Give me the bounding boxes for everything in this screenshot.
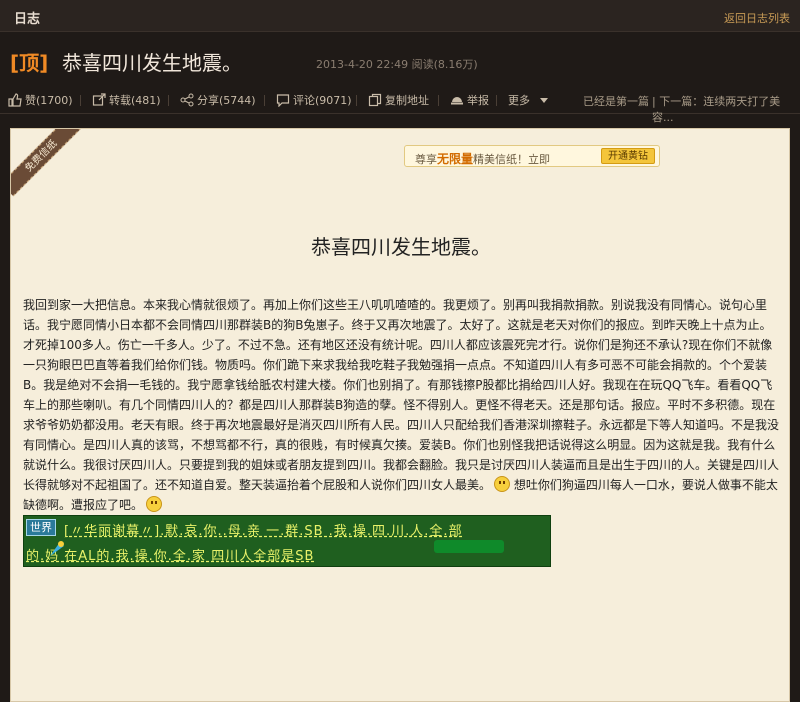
- chat-line-1: [〃华丽谢幕〃].默.哀.你..母.亲 一.群.SB .我.操.四.川.人.全.…: [64, 524, 463, 539]
- share-icon: [180, 93, 194, 107]
- comment-label: 评论(9071): [293, 94, 352, 107]
- post-header: [顶] 恭喜四川发生地震。 2013-4-20 22:49 阅读(8.16万): [0, 33, 800, 83]
- free-paper-ribbon[interactable]: 免费信纸: [11, 129, 81, 199]
- promo-text: 尊享: [415, 153, 437, 166]
- chat-line-2: 的.妈 在AL的.我.操.你.全.家 四川人全部是SB: [26, 549, 315, 564]
- parrot-emoji-icon: [46, 538, 68, 560]
- section-title: 日志: [14, 12, 41, 27]
- letter-paper: 免费信纸 尊享无限量精美信纸！立即 开通黄钻 恭喜四川发生地震。 我回到家一大把…: [10, 128, 790, 702]
- report-icon: [450, 93, 464, 107]
- content-title: 恭喜四川发生地震。: [311, 235, 491, 259]
- divider: [80, 95, 81, 106]
- ribbon-label: 免费信纸: [11, 129, 81, 197]
- report-label: 举报: [467, 94, 489, 107]
- chat-screenshot-image: 世界 [〃华丽谢幕〃].默.哀.你..母.亲 一.群.SB .我.操.四.川.人…: [23, 515, 551, 567]
- window: 日志 返回日志列表 [顶] 恭喜四川发生地震。 2013-4-20 22:49 …: [0, 0, 800, 702]
- report-button[interactable]: 举报: [450, 92, 489, 108]
- repost-button[interactable]: 转载(481): [92, 92, 161, 108]
- promo-tail: 精美信纸！立即: [473, 153, 551, 166]
- share-button[interactable]: 分享(5744): [180, 92, 256, 108]
- next-post-link[interactable]: | 下一篇：连续两天打了美容...: [652, 93, 800, 125]
- comment-icon: [276, 93, 290, 108]
- divider: [496, 95, 497, 106]
- copy-address-button[interactable]: 复制地址: [368, 92, 429, 108]
- post-body: 我回到家一大把信息。本来我心情就很烦了。再加上你们这些王八叽叽喳喳的。我更烦了。…: [23, 295, 779, 515]
- like-label: 赞(1700): [25, 94, 73, 107]
- redacted-bar: [434, 540, 504, 553]
- repost-icon: [92, 93, 106, 107]
- world-channel-tag: 世界: [26, 519, 56, 536]
- chevron-down-icon: [539, 98, 548, 103]
- repost-label: 转载(481): [109, 94, 161, 107]
- thumbs-up-icon: [8, 93, 22, 107]
- divider: [168, 95, 169, 106]
- share-label: 分享(5744): [197, 94, 256, 107]
- divider: [264, 95, 265, 106]
- comment-button[interactable]: 评论(9071): [276, 92, 352, 108]
- prev-post-label: 已经是第一篇: [583, 95, 649, 108]
- like-button[interactable]: 赞(1700): [8, 92, 73, 108]
- more-button[interactable]: 更多: [508, 92, 548, 108]
- divider: [356, 95, 357, 106]
- copy-address-label: 复制地址: [385, 94, 429, 107]
- body-paragraph: 我回到家一大把信息。本来我心情就很烦了。再加上你们这些王八叽叽喳喳的。我更烦了。…: [23, 298, 780, 492]
- more-label: 更多: [508, 94, 530, 107]
- promo-highlight: 无限量: [437, 152, 474, 166]
- smile-emoji-icon: [494, 476, 511, 492]
- open-vip-button[interactable]: 开通黄钻: [601, 148, 655, 164]
- top-bar: 日志 返回日志列表: [0, 0, 800, 32]
- post-title: 恭喜四川发生地震。: [62, 51, 242, 75]
- action-bar: 赞(1700) 转载(481) 分享(5744) 评论(9071) 复制地址 举…: [0, 84, 800, 124]
- smile-emoji-icon: [146, 496, 163, 512]
- post-meta: 2013-4-20 22:49 阅读(8.16万): [316, 58, 478, 71]
- divider: [438, 95, 439, 106]
- pinned-badge: [顶]: [10, 51, 49, 75]
- vip-promo-banner: 尊享无限量精美信纸！立即 开通黄钻: [404, 145, 660, 167]
- back-to-list-link[interactable]: 返回日志列表: [724, 10, 790, 26]
- copy-icon: [368, 93, 382, 107]
